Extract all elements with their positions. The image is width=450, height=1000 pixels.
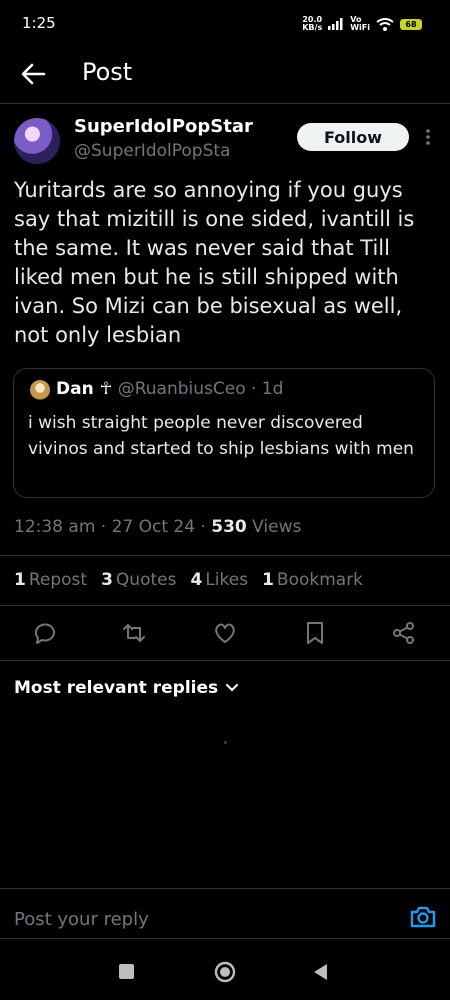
reply-bottom-divider <box>0 938 450 939</box>
views-count: 530 <box>211 517 247 537</box>
recent-apps-button[interactable] <box>119 964 134 979</box>
loading-indicator <box>224 741 227 744</box>
replies-sort-dropdown[interactable]: Most relevant replies <box>14 678 239 698</box>
stat-reposts[interactable]: 1 Repost <box>14 570 87 590</box>
quote-text: i wish straight people never discovered … <box>28 413 414 459</box>
page-title: Post <box>82 58 133 86</box>
author-handle[interactable]: @SuperIdolPopSta <box>74 141 230 161</box>
stat-quotes[interactable]: 3 Quotes <box>101 570 176 590</box>
actions-divider <box>0 660 450 661</box>
vowifi-indicator: Vo WiFi <box>350 15 370 32</box>
repost-icon[interactable] <box>121 620 147 646</box>
signal-icon <box>328 18 343 30</box>
stat-bookmarks[interactable]: 1 Bookmark <box>262 570 363 590</box>
back-arrow-icon[interactable] <box>18 60 48 88</box>
camera-icon[interactable] <box>409 904 437 930</box>
reply-icon[interactable] <box>32 620 58 646</box>
battery-icon: 68 <box>400 18 422 30</box>
header-divider <box>0 103 450 104</box>
more-icon[interactable] <box>419 126 437 148</box>
quote-meta: @RuanbiusCeo · 1d <box>117 379 284 399</box>
home-button[interactable] <box>213 960 237 984</box>
quote-header: Dan ☥ @RuanbiusCeo · 1d <box>56 379 283 399</box>
share-icon[interactable] <box>391 620 417 646</box>
post-timestamp: 12:38 am · 27 Oct 24 · 530 Views <box>14 517 302 537</box>
reply-input[interactable] <box>14 906 394 932</box>
status-time: 1:25 <box>22 14 56 32</box>
system-back-button[interactable] <box>311 962 331 982</box>
post-text: Yuritards are so annoying if you guys sa… <box>14 178 415 347</box>
chevron-down-icon <box>226 684 239 692</box>
stat-likes[interactable]: 4 Likes <box>190 570 248 590</box>
follow-button[interactable]: Follow <box>297 123 409 151</box>
author-avatar[interactable] <box>14 118 60 164</box>
post-stats: 1 Repost 3 Quotes 4 Likes 1 Bookmark <box>14 570 363 590</box>
like-icon[interactable] <box>212 620 238 646</box>
stats-bottom-divider <box>0 605 450 606</box>
reply-top-divider <box>0 888 450 889</box>
wifi-icon <box>376 17 394 31</box>
quote-avatar <box>30 380 50 400</box>
status-icons: 20.0 KB/s Vo WiFi 68 <box>302 16 422 32</box>
author-display-name[interactable]: SuperIdolPopStar <box>74 116 253 137</box>
quote-author-name: Dan ☥ <box>56 379 113 399</box>
network-speed: 20.0 KB/s <box>302 15 323 32</box>
bookmark-icon[interactable] <box>302 620 328 646</box>
stats-top-divider <box>0 555 450 556</box>
